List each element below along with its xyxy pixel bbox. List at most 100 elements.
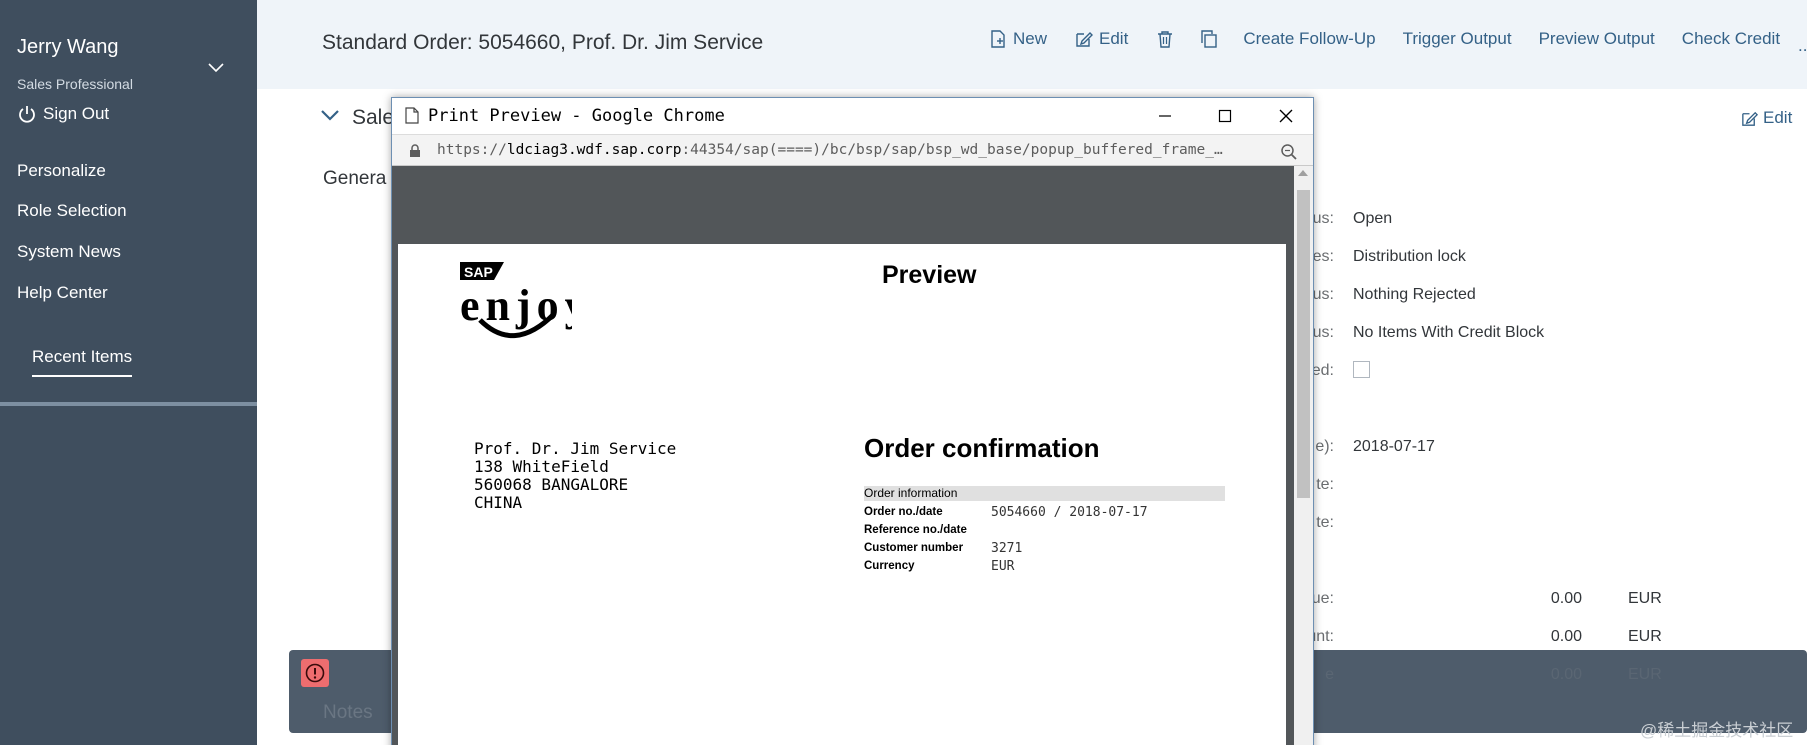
error-icon[interactable]	[301, 659, 329, 687]
url-scheme: https://	[437, 142, 507, 158]
general-group-title: Genera	[323, 168, 387, 189]
minimize-icon	[1159, 115, 1171, 117]
order-info-label: Reference no./date	[864, 524, 967, 536]
field-value: 2018-07-17	[1353, 438, 1435, 455]
sidebar-item-personalize[interactable]: Personalize	[17, 161, 106, 181]
sidebar-item-role-selection[interactable]: Role Selection	[17, 201, 127, 221]
amount-currency: EUR	[1628, 628, 1662, 645]
field-label: te:	[1316, 476, 1334, 493]
logo-sap-text: SAP	[464, 264, 493, 280]
document-title: Order confirmation	[864, 433, 1100, 463]
sidebar-item-system-news[interactable]: System News	[17, 242, 121, 262]
address-line: Prof. Dr. Jim Service	[474, 439, 677, 458]
new-button[interactable]: New	[988, 29, 1047, 49]
delete-button[interactable]	[1155, 29, 1175, 49]
amount-currency: EUR	[1628, 590, 1662, 607]
copy-button[interactable]	[1199, 29, 1219, 49]
minimize-button[interactable]	[1151, 103, 1179, 129]
new-document-icon	[991, 30, 1005, 48]
field-label: us:	[1312, 286, 1334, 303]
field-value: Nothing Rejected	[1353, 286, 1476, 303]
user-role: Sales Professional	[17, 76, 133, 92]
preview-output-button[interactable]: Preview Output	[1539, 29, 1655, 49]
toolbar: New Edit Create Follow-Up Trigger Output…	[988, 29, 1807, 49]
field-label: te:	[1316, 514, 1334, 531]
amount-currency: EUR	[1628, 666, 1662, 683]
order-info-label: Order no./date	[864, 506, 943, 518]
chevron-down-icon[interactable]	[320, 108, 340, 122]
section-edit-label: Edit	[1763, 108, 1793, 127]
edit-icon	[1742, 111, 1759, 126]
window-title: Print Preview - Google Chrome	[428, 106, 725, 126]
close-button[interactable]	[1272, 103, 1300, 129]
order-info-header: Order information	[864, 486, 1225, 501]
maximize-button[interactable]	[1211, 103, 1239, 129]
field-label: us:	[1312, 210, 1334, 227]
preview-heading: Preview	[882, 261, 977, 289]
address-line: 138 WhiteField	[474, 457, 609, 476]
order-info-label: Customer number	[864, 542, 964, 554]
sidebar: Jerry Wang Sales Professional Sign Out P…	[0, 0, 257, 745]
zoom-icon[interactable]	[1280, 143, 1298, 161]
order-info-value: 5054660 / 2018-07-17	[991, 505, 1148, 520]
sign-out-button[interactable]: Sign Out	[17, 104, 109, 124]
field-value: No Items With Credit Block	[1353, 324, 1545, 341]
sap-enjoy-logo: SAP enjoy	[460, 262, 572, 338]
amount-value: 0.00	[1550, 628, 1582, 645]
scrollbar-thumb[interactable]	[1297, 190, 1310, 498]
edit-icon	[1076, 32, 1094, 47]
url-path: :44354/sap(====)/bc/bsp/sap/bsp_wd_base/…	[681, 142, 1223, 158]
section-title: Sale	[352, 106, 395, 129]
amount-value: 0.00	[1550, 666, 1582, 683]
address-line: CHINA	[474, 493, 523, 512]
user-name: Jerry Wang	[17, 36, 119, 58]
url-text[interactable]: https://ldciag3.wdf.sap.corp:44354/sap(=…	[437, 142, 1252, 158]
edit-label: Edit	[1099, 29, 1129, 48]
field-label: ed:	[1311, 362, 1334, 379]
chevron-down-icon[interactable]	[207, 62, 225, 74]
check-credit-button[interactable]: Check Credit	[1682, 29, 1780, 49]
address-bar[interactable]: https://ldciag3.wdf.sap.corp:44354/sap(=…	[392, 134, 1313, 166]
close-icon	[1279, 109, 1293, 123]
more-actions-button[interactable]: ...	[1798, 36, 1807, 56]
checkbox[interactable]	[1353, 361, 1370, 378]
url-host: ldciag3.wdf.sap.corp	[506, 142, 682, 158]
create-follow-up-button[interactable]: Create Follow-Up	[1243, 29, 1375, 49]
logo-enjoy-text: enjoy	[460, 281, 572, 330]
trigger-output-button[interactable]: Trigger Output	[1403, 29, 1512, 49]
copy-icon	[1201, 30, 1218, 48]
new-label: New	[1013, 29, 1048, 48]
tab-recent-items[interactable]: Recent Items	[32, 347, 133, 377]
power-icon	[19, 106, 35, 123]
order-info-value: EUR	[991, 559, 1015, 574]
document-page: SAP enjoy Preview Prof. Dr. Jim Service …	[398, 244, 1286, 745]
field-value: Distribution lock	[1353, 248, 1466, 265]
trash-icon	[1158, 31, 1173, 48]
preview-viewport[interactable]: SAP enjoy Preview Prof. Dr. Jim Service …	[392, 166, 1294, 745]
maximize-icon	[1218, 109, 1232, 123]
amount-value: 0.00	[1550, 590, 1582, 607]
sign-out-label: Sign Out	[43, 104, 110, 123]
address-block: Prof. Dr. Jim Service 138 WhiteField 560…	[474, 440, 676, 512]
lock-icon	[410, 144, 420, 157]
notes-title: Notes	[323, 702, 373, 723]
amount-label: ue:	[1311, 590, 1334, 607]
sidebar-divider	[0, 402, 257, 406]
object-header: Standard Order: 5054660, Prof. Dr. Jim S…	[257, 0, 1807, 89]
order-info-value: 3271	[991, 541, 1023, 556]
field-label: e):	[1315, 438, 1334, 455]
field-label: es:	[1312, 248, 1334, 265]
field-value: Open	[1353, 210, 1393, 227]
scroll-up-arrow-icon[interactable]	[1298, 170, 1308, 176]
window-titlebar[interactable]: Print Preview - Google Chrome	[392, 98, 1313, 134]
vertical-scrollbar[interactable]	[1294, 166, 1313, 745]
edit-button[interactable]: Edit	[1074, 29, 1128, 49]
sidebar-item-help-center[interactable]: Help Center	[17, 283, 108, 303]
page-title: Standard Order: 5054660, Prof. Dr. Jim S…	[322, 31, 764, 54]
address-line: 560068 BANGALORE	[474, 475, 629, 494]
page-icon	[405, 107, 419, 124]
order-info-label: Currency	[864, 560, 915, 572]
section-edit-button[interactable]: Edit	[1740, 108, 1792, 128]
amount-label: e	[1325, 666, 1334, 683]
watermark: @稀土掘金技术社区	[1640, 721, 1794, 740]
